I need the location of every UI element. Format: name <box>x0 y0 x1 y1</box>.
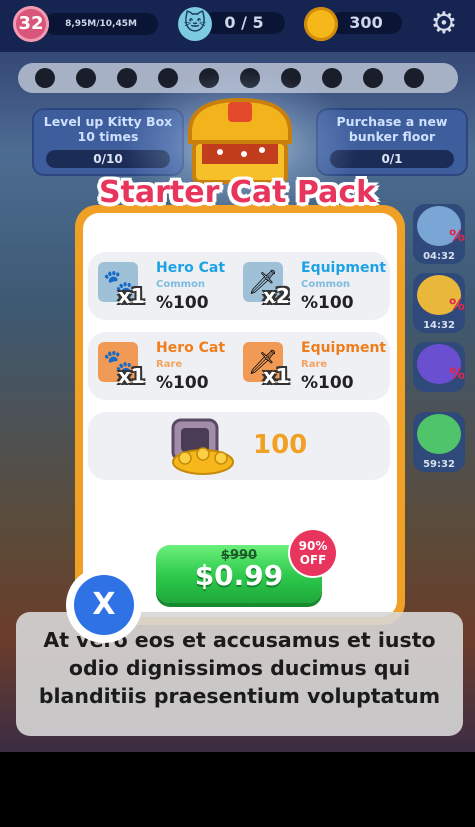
chest-offer-icon <box>417 414 461 454</box>
game-screen: 8,95M/10,45M 32 0 / 5 🐱 300 ⚙ Level up K… <box>0 0 475 827</box>
bottom-bar <box>0 752 475 827</box>
reward-rarity: Rare <box>301 359 328 370</box>
reward-hero-cat-common: 🐾 x1 Hero Cat Common %100 <box>88 252 238 320</box>
reward-chance: %100 <box>156 373 209 393</box>
coin-vault-icon <box>171 418 234 475</box>
offer-timer: 14:32 <box>423 320 455 331</box>
reward-name: Equipment <box>301 340 387 356</box>
discount-badge: % <box>448 364 465 383</box>
reward-equipment-common: 🗡 x2 Equipment Common %100 <box>233 252 387 320</box>
reward-qty: x2 <box>263 284 290 308</box>
offer-timer: 59:32 <box>423 459 455 470</box>
reward-rarity: Common <box>301 279 351 290</box>
top-hud: 8,95M/10,45M 32 0 / 5 🐱 300 ⚙ <box>0 0 475 52</box>
side-offer-3[interactable]: % <box>413 342 465 392</box>
progress-dot <box>363 68 383 88</box>
discount-badge: % <box>448 226 465 245</box>
discount-badge: % <box>448 295 465 314</box>
reward-row-coins: 100 <box>88 412 390 480</box>
reward-chance: %100 <box>301 293 354 313</box>
discount-label: OFF <box>299 553 327 567</box>
coin-icon <box>304 7 338 41</box>
coin-counter: 300 <box>330 12 402 34</box>
cat-face-icon: 🐱 <box>178 7 212 41</box>
reward-name: Hero Cat <box>156 260 226 276</box>
coins-reward-amount: 100 <box>253 430 308 460</box>
offer-timer: 04:32 <box>423 251 455 262</box>
reward-qty: x1 <box>118 284 145 308</box>
side-offer-2[interactable]: % 14:32 <box>413 273 465 333</box>
reward-row-common: 🐾 x1 Hero Cat Common %100 🗡 x2 Equipment… <box>88 252 390 320</box>
progress-dot <box>35 68 55 88</box>
reward-name: Hero Cat <box>156 340 226 356</box>
reward-equipment-rare: 🗡 x1 Equipment Rare %100 <box>233 332 387 400</box>
discount-badge: 90% OFF <box>290 530 336 576</box>
progress-dot <box>76 68 96 88</box>
side-offer-1[interactable]: % 04:32 <box>413 204 465 264</box>
reward-qty: x1 <box>263 364 290 388</box>
reward-row-rare: 🐾 x1 Hero Cat Rare %100 🗡 x1 Equipment R… <box>88 332 390 400</box>
close-icon: X <box>74 575 134 635</box>
gear-icon[interactable]: ⚙ <box>428 8 460 40</box>
reward-rarity: Rare <box>156 359 183 370</box>
level-badge[interactable]: 32 <box>13 6 49 42</box>
progress-dot <box>404 68 424 88</box>
discount-percent: 90% <box>298 539 328 553</box>
close-button[interactable]: X <box>66 567 142 643</box>
pack-title: Starter Cat Pack <box>98 175 377 210</box>
reward-name: Equipment <box>301 260 387 276</box>
cat-counter: 0 / 5 <box>203 12 285 34</box>
reward-qty: x1 <box>118 364 145 388</box>
reward-hero-cat-rare: 🐾 x1 Hero Cat Rare %100 <box>88 332 238 400</box>
reward-chance: %100 <box>156 293 209 313</box>
reward-chance: %100 <box>301 373 354 393</box>
side-offer-4[interactable]: 59:32 <box>413 412 465 472</box>
xp-counter: 8,95M/10,45M <box>44 13 158 35</box>
reward-rarity: Common <box>156 279 206 290</box>
